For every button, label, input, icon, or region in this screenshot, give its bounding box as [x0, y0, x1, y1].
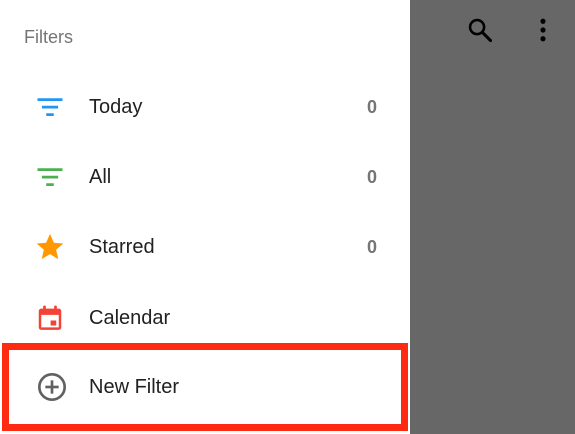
- navigation-drawer: Filters Today 0 All 0 Starred 0 Calendar…: [0, 0, 410, 434]
- new-filter-button[interactable]: New Filter: [2, 343, 408, 431]
- calendar-icon: [34, 302, 66, 334]
- drawer-item-today[interactable]: Today 0: [0, 72, 410, 142]
- app-screen: Filters Today 0 All 0 Starred 0 Calendar…: [0, 0, 575, 434]
- more-vert-icon: [540, 18, 546, 42]
- filter-list-icon: [34, 161, 66, 193]
- drawer-item-label: New Filter: [89, 376, 180, 398]
- more-options-button[interactable]: [527, 14, 559, 46]
- drawer-item-all[interactable]: All 0: [0, 142, 410, 212]
- drawer-item-label: Today: [89, 96, 143, 118]
- drawer-item-label: Starred: [89, 236, 155, 258]
- drawer-item-count: 0: [366, 97, 377, 117]
- drawer-item-starred[interactable]: Starred 0: [0, 212, 410, 282]
- drawer-item-count: 0: [366, 167, 377, 187]
- search-button[interactable]: [464, 14, 496, 46]
- filter-list-icon: [34, 91, 66, 123]
- drawer-item-label: All: [89, 166, 112, 188]
- search-icon: [468, 18, 493, 43]
- drawer-item-count: 0: [366, 237, 377, 257]
- filters-section-title: Filters: [24, 27, 73, 47]
- add-circle-outline-icon: [36, 371, 68, 403]
- star-icon: [34, 231, 66, 263]
- drawer-item-label: Calendar: [89, 307, 171, 329]
